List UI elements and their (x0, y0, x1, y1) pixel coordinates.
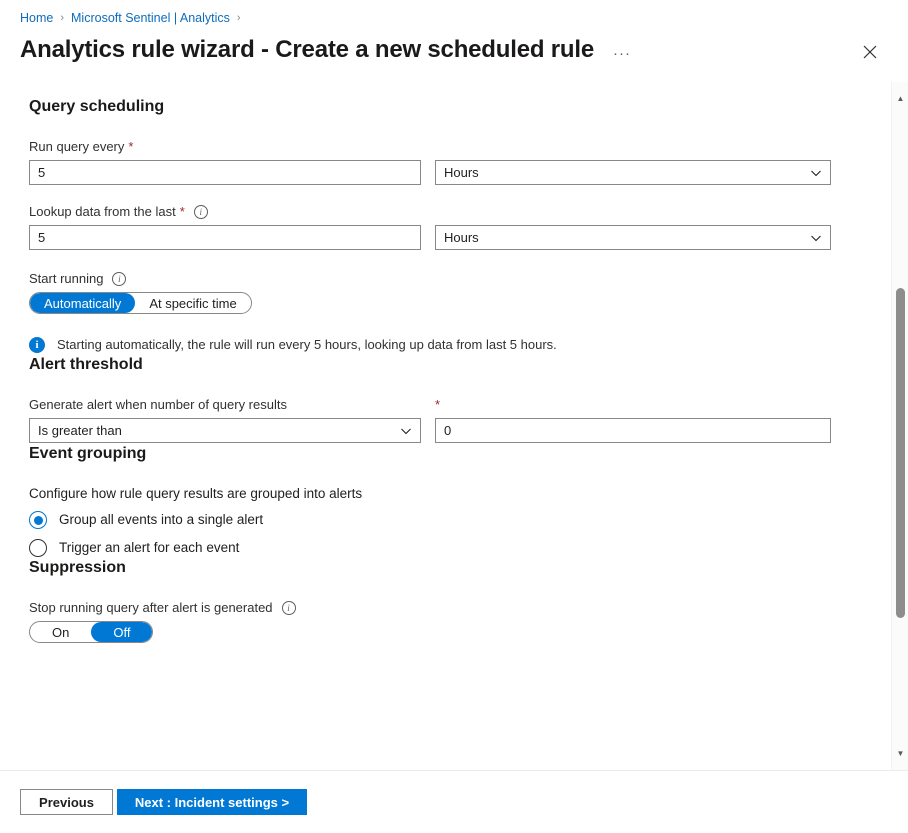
scroll-down-arrow-icon[interactable]: ▼ (892, 745, 908, 762)
close-icon[interactable] (856, 38, 884, 66)
suppression-label: Stop running query after alert is genera… (29, 599, 844, 617)
content-scrollbar[interactable]: ▲ ▼ (891, 82, 908, 770)
event-grouping-option-group-all[interactable]: Group all events into a single alert (29, 511, 844, 529)
breadcrumb-item-microsoft-sentinel-analytics[interactable]: Microsoft Sentinel | Analytics (71, 9, 230, 27)
lookup-data-input[interactable] (29, 225, 421, 250)
run-query-every-label: Run query every * (29, 138, 844, 156)
alert-threshold-row: Is greater than (29, 418, 844, 443)
suppression-toggle[interactable]: On Off (29, 621, 153, 643)
more-options-icon[interactable]: ··· (610, 41, 634, 65)
lookup-data-unit-value: Hours (444, 230, 479, 245)
event-grouping-option-label: Group all events into a single alert (59, 511, 263, 529)
suppression-label-text: Stop running query after alert is genera… (29, 599, 273, 617)
wizard-footer: Previous Next : Incident settings > (0, 770, 908, 833)
suppression-option-off[interactable]: Off (91, 622, 152, 642)
breadcrumb-item-home[interactable]: Home (20, 9, 53, 27)
alert-threshold-labels-row: Generate alert when number of query resu… (29, 396, 844, 418)
run-query-every-label-text: Run query every (29, 138, 124, 156)
scroll-up-arrow-icon[interactable]: ▲ (892, 90, 908, 107)
scheduling-info-text: Starting automatically, the rule will ru… (57, 336, 557, 354)
lookup-data-label: Lookup data from the last * i (29, 203, 844, 221)
event-grouping-option-trigger-each[interactable]: Trigger an alert for each event (29, 539, 844, 557)
info-icon[interactable]: i (282, 601, 296, 615)
required-asterisk: * (180, 203, 185, 221)
alert-threshold-heading: Alert threshold (29, 354, 844, 376)
alert-threshold-label-text: Generate alert when number of query resu… (29, 396, 287, 414)
required-asterisk: * (435, 396, 440, 414)
start-running-option-at-specific-time[interactable]: At specific time (135, 293, 250, 313)
suppression-heading: Suppression (29, 557, 844, 579)
title-row: Analytics rule wizard - Create a new sch… (20, 34, 634, 66)
chevron-right-icon: › (237, 9, 241, 27)
analytics-rule-wizard-blade: Home › Microsoft Sentinel | Analytics › … (0, 0, 908, 833)
alert-threshold-operator-value: Is greater than (38, 423, 122, 438)
scheduling-info-banner: i Starting automatically, the rule will … (29, 336, 844, 354)
radio-unselected-icon (29, 539, 47, 557)
breadcrumb: Home › Microsoft Sentinel | Analytics › (20, 9, 248, 27)
chevron-down-icon (810, 167, 822, 179)
lookup-data-unit-select[interactable]: Hours (435, 225, 831, 250)
alert-threshold-label: Generate alert when number of query resu… (29, 396, 421, 414)
run-query-every-unit-value: Hours (444, 165, 479, 180)
start-running-label: Start running i (29, 270, 844, 288)
event-grouping-heading: Event grouping (29, 443, 844, 465)
alert-threshold-value-input[interactable] (435, 418, 831, 443)
event-grouping-description: Configure how rule query results are gro… (29, 485, 844, 503)
wizard-content: Query scheduling Run query every * Hours (0, 82, 884, 770)
chevron-right-icon: › (60, 9, 64, 27)
start-running-toggle[interactable]: Automatically At specific time (29, 292, 252, 314)
alert-threshold-value-label: * (435, 396, 831, 414)
page-title: Analytics rule wizard - Create a new sch… (20, 34, 594, 66)
info-icon[interactable]: i (112, 272, 126, 286)
scrollbar-thumb[interactable] (896, 288, 905, 618)
run-query-every-row: Hours (29, 160, 844, 185)
next-incident-settings-button[interactable]: Next : Incident settings > (117, 789, 307, 815)
chevron-down-icon (810, 232, 822, 244)
radio-selected-icon (29, 511, 47, 529)
alert-threshold-operator-select[interactable]: Is greater than (29, 418, 421, 443)
lookup-data-row: Hours (29, 225, 844, 250)
suppression-option-on[interactable]: On (30, 622, 91, 642)
previous-button[interactable]: Previous (20, 789, 113, 815)
run-query-every-unit-select[interactable]: Hours (435, 160, 831, 185)
event-grouping-option-label: Trigger an alert for each event (59, 539, 239, 557)
info-icon[interactable]: i (194, 205, 208, 219)
chevron-down-icon (400, 425, 412, 437)
query-scheduling-heading: Query scheduling (29, 96, 844, 118)
info-filled-icon: i (29, 337, 45, 353)
start-running-option-automatically[interactable]: Automatically (30, 293, 135, 313)
lookup-data-label-text: Lookup data from the last (29, 203, 176, 221)
run-query-every-input[interactable] (29, 160, 421, 185)
required-asterisk: * (128, 138, 133, 156)
start-running-label-text: Start running (29, 270, 103, 288)
